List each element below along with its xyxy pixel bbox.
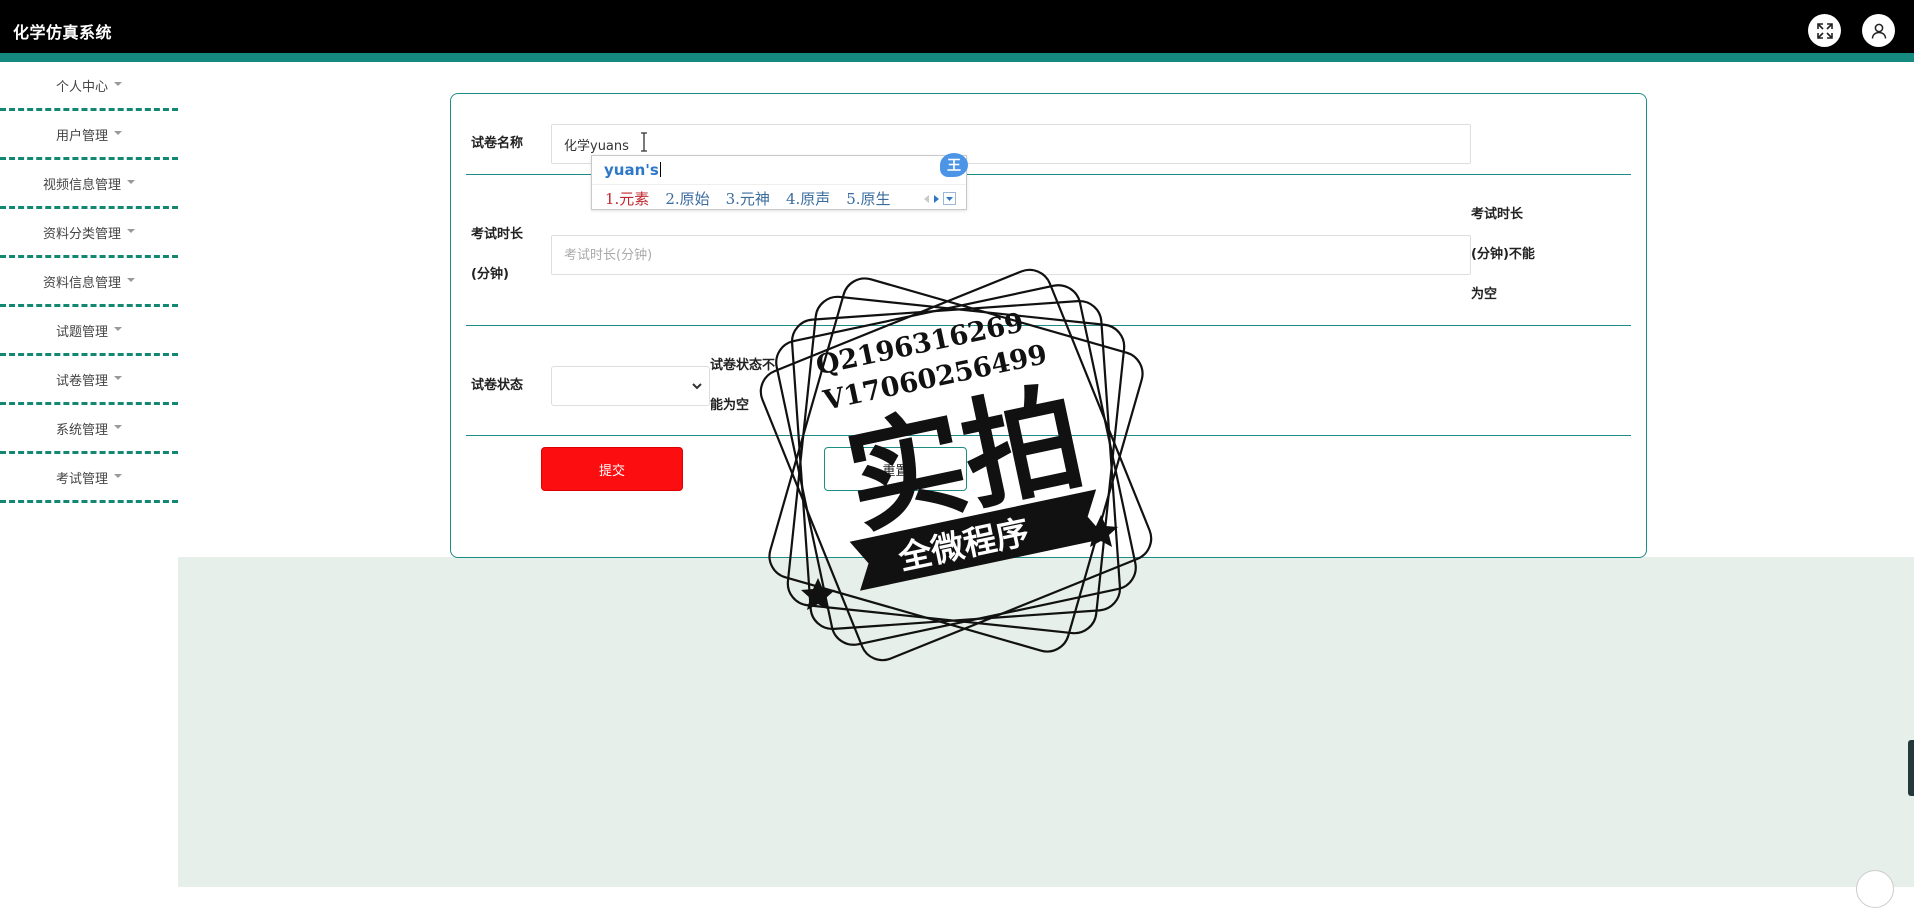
user-avatar-button[interactable] xyxy=(1862,14,1895,47)
ime-candidate[interactable]: 1.元素 xyxy=(605,188,649,209)
caret-down-icon xyxy=(114,82,122,86)
sidebar-item-label: 考试管理 xyxy=(55,471,108,487)
corner-floating-button[interactable] xyxy=(1856,870,1894,908)
header-accent-strip xyxy=(0,53,1914,62)
row-divider xyxy=(466,435,1631,436)
status-label: 试卷状态 xyxy=(471,378,524,393)
sidebar-item-label: 视频信息管理 xyxy=(42,177,121,193)
ime-logo-icon: 王 xyxy=(940,153,968,177)
duration-label: 考试时长 xyxy=(471,227,524,242)
paper-name-label: 试卷名称 xyxy=(471,136,524,151)
duration-error-text: 为空 xyxy=(1471,287,1498,302)
sidebar-item-system-management[interactable]: 系统管理 xyxy=(0,405,178,454)
duration-error-text: 考试时长 xyxy=(1471,207,1524,222)
sidebar-item-question-management[interactable]: 试题管理 xyxy=(0,307,178,356)
duration-label-unit: (分钟) xyxy=(471,267,509,282)
sidebar-item-material-category[interactable]: 资料分类管理 xyxy=(0,209,178,258)
status-error-text: 能为空 xyxy=(710,398,750,413)
content-background xyxy=(178,557,1914,887)
expand-icon xyxy=(1816,22,1833,39)
sidebar-item-label: 试题管理 xyxy=(55,324,108,340)
status-error-text: 试卷状态不 xyxy=(710,358,776,373)
sidebar-item-video-management[interactable]: 视频信息管理 xyxy=(0,160,178,209)
ime-candidate[interactable]: 5.原生 xyxy=(846,188,890,209)
sidebar: 个人中心 用户管理 视频信息管理 资料分类管理 资料信息管理 试题管理 试卷管理… xyxy=(0,62,178,503)
caret-down-icon xyxy=(127,180,135,184)
ime-divider xyxy=(592,184,966,185)
ime-expand-icon[interactable] xyxy=(943,192,956,205)
sidebar-item-label: 资料信息管理 xyxy=(42,275,121,291)
ime-prev-page-icon[interactable] xyxy=(923,194,930,204)
caret-down-icon xyxy=(114,474,122,478)
text-cursor-icon xyxy=(641,132,647,152)
duration-input[interactable] xyxy=(551,235,1471,275)
ime-composition-text: yuan's xyxy=(604,161,659,179)
sidebar-item-material-info[interactable]: 资料信息管理 xyxy=(0,258,178,307)
top-bar: 化学仿真系统 xyxy=(0,0,1914,53)
sidebar-item-personal-center[interactable]: 个人中心 xyxy=(0,62,178,111)
status-select[interactable] xyxy=(551,366,710,406)
chevron-down-icon xyxy=(692,383,702,390)
caret-down-icon xyxy=(114,327,122,331)
submit-button[interactable]: 提交 xyxy=(541,447,683,491)
duration-error-text: (分钟)不能 xyxy=(1471,247,1535,262)
user-icon xyxy=(1871,23,1886,39)
caret-down-icon xyxy=(114,425,122,429)
app-title: 化学仿真系统 xyxy=(13,23,113,42)
side-scroll-tab[interactable] xyxy=(1908,740,1914,796)
row-divider xyxy=(466,325,1631,326)
sidebar-item-paper-management[interactable]: 试卷管理 xyxy=(0,356,178,405)
ime-candidate[interactable]: 4.原声 xyxy=(786,188,830,209)
ime-next-page-icon[interactable] xyxy=(933,194,940,204)
sidebar-item-label: 个人中心 xyxy=(55,79,108,95)
sidebar-item-label: 用户管理 xyxy=(55,128,108,144)
sidebar-item-label: 资料分类管理 xyxy=(42,226,121,242)
fullscreen-button[interactable] xyxy=(1808,14,1841,47)
ime-candidate[interactable]: 2.原始 xyxy=(665,188,709,209)
sidebar-item-label: 系统管理 xyxy=(55,422,108,438)
sidebar-item-exam-management[interactable]: 考试管理 xyxy=(0,454,178,503)
caret-down-icon xyxy=(114,376,122,380)
caret-down-icon xyxy=(127,278,135,282)
caret-down-icon xyxy=(127,229,135,233)
sidebar-item-user-management[interactable]: 用户管理 xyxy=(0,111,178,160)
sidebar-item-label: 试卷管理 xyxy=(55,373,108,389)
ime-candidate-popup: yuan's 1.元素 2.原始 3.元神 4.原声 5.原生 王 xyxy=(591,153,968,210)
caret-down-icon xyxy=(114,131,122,135)
reset-button[interactable]: 重置 xyxy=(824,447,967,491)
ime-candidate[interactable]: 3.元神 xyxy=(726,188,770,209)
